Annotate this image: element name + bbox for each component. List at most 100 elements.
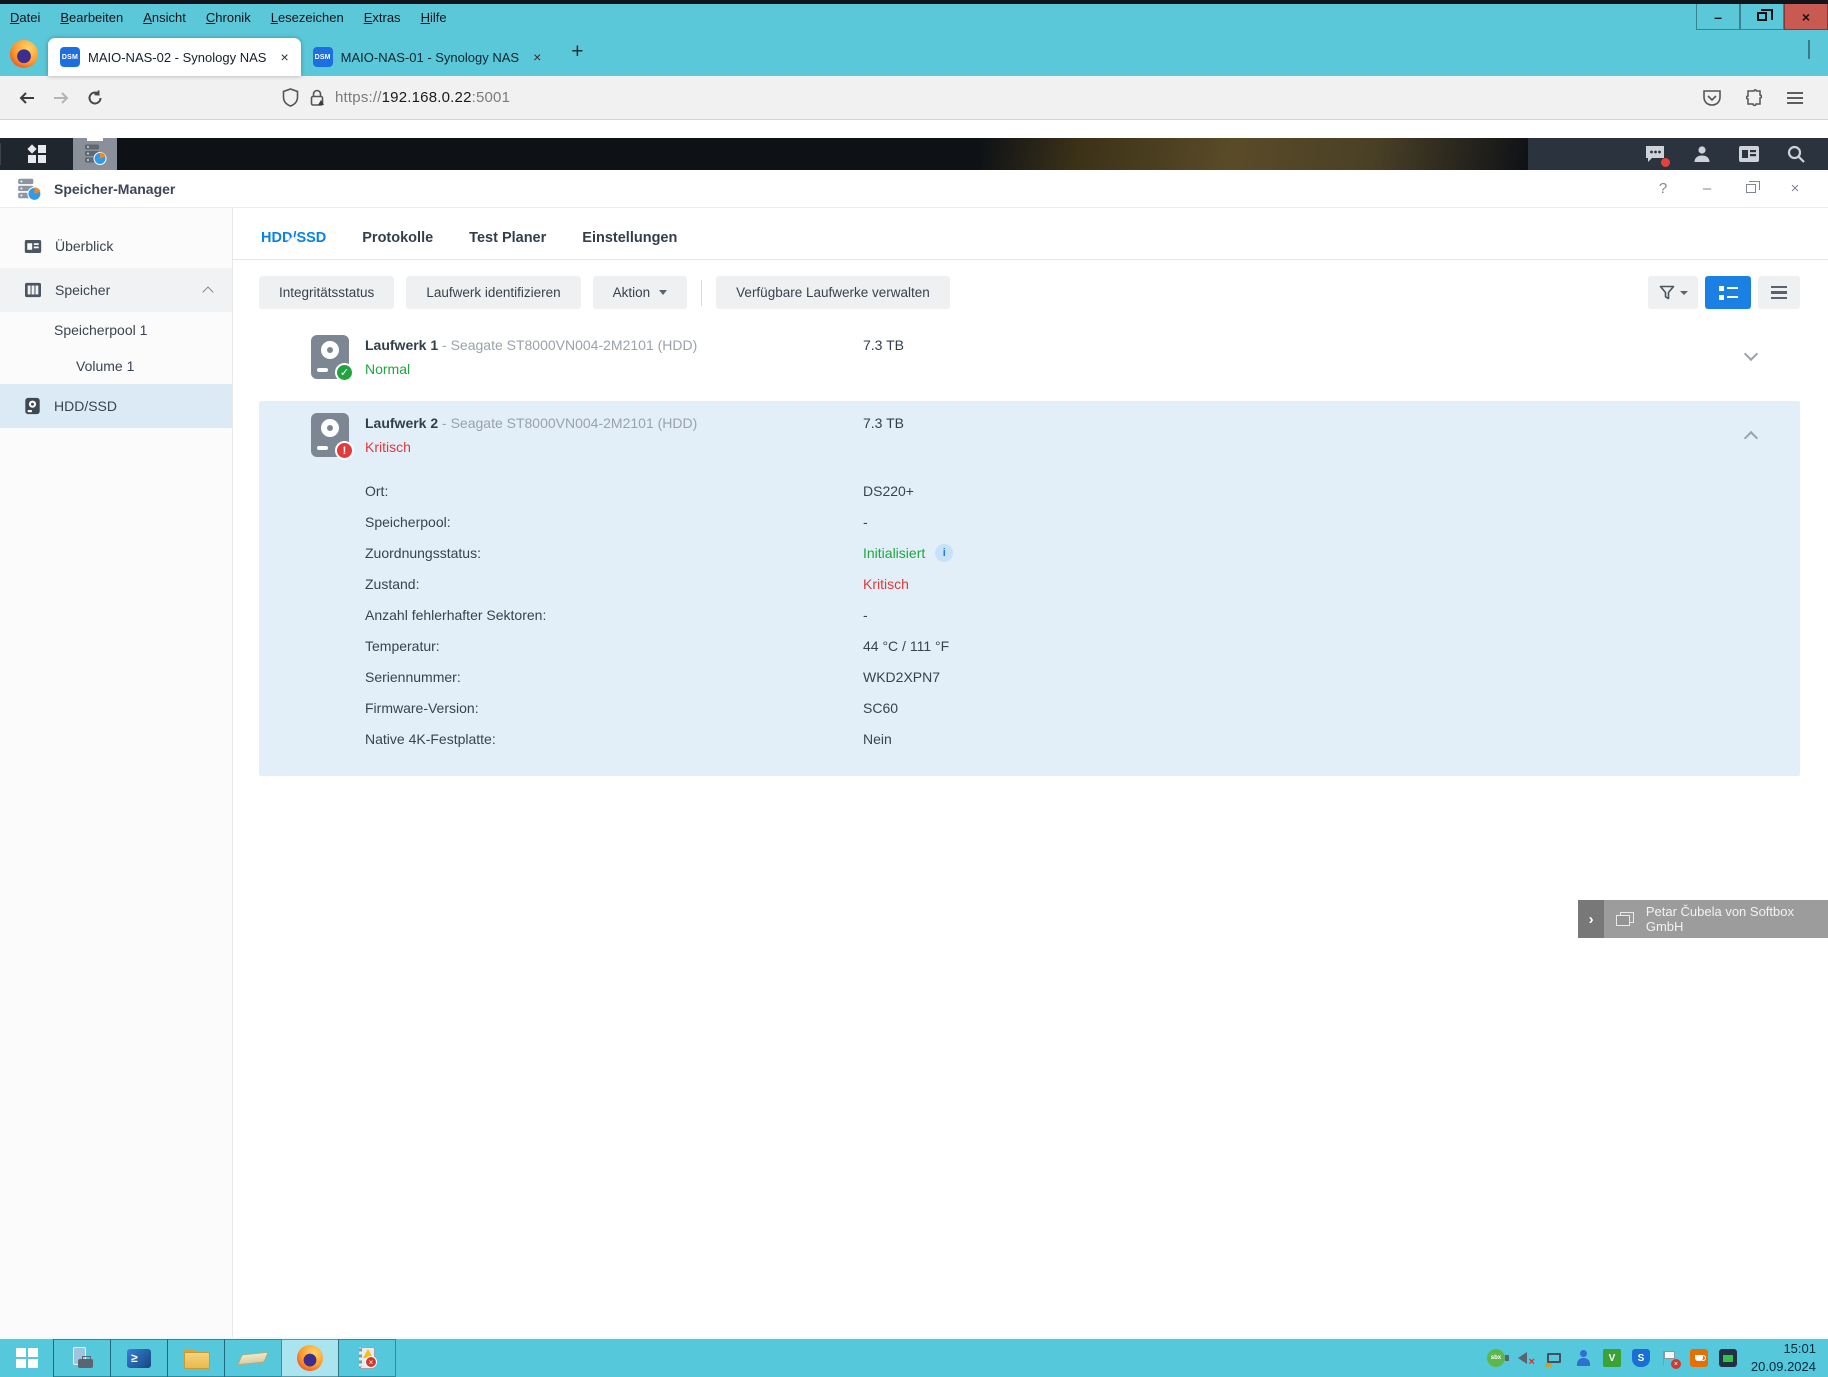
status-ok-badge: ✓	[335, 363, 354, 382]
info-icon[interactable]: i	[935, 544, 953, 562]
new-tab-button[interactable]: +	[571, 40, 583, 64]
storage-manager-icon	[83, 142, 107, 166]
taskbar-app-explorer[interactable]	[167, 1339, 225, 1377]
sidebar-item-overview[interactable]: Überblick	[0, 224, 232, 268]
tray-remote-desktop-icon[interactable]	[1545, 1349, 1563, 1367]
drive-row-1[interactable]: ✓ Laufwerk 1 - Seagate ST8000VN004-2M210…	[259, 323, 1800, 393]
tab-title: MAIO-NAS-02 - Synology NAS	[88, 50, 266, 65]
detail-view-button[interactable]	[1705, 276, 1751, 309]
url-text: https://192.168.0.22:5001	[335, 89, 510, 106]
powershell-icon: ≥	[127, 1349, 151, 1368]
notifications-icon[interactable]	[1644, 144, 1666, 164]
drive-icon: !	[311, 413, 349, 457]
menu-datei[interactable]: Datei	[10, 10, 40, 25]
collapse-chevron-icon[interactable]	[1744, 431, 1758, 445]
tray-java-update-icon[interactable]	[1690, 1349, 1708, 1367]
menu-lesezeichen[interactable]: Lesezeichen	[271, 10, 344, 25]
status-error-badge: !	[335, 441, 354, 460]
forward-button[interactable]	[44, 81, 78, 115]
remote-session-banner: › Petar Čubela von Softbox GmbH	[1578, 900, 1828, 938]
dsm-favicon: DSM	[313, 47, 333, 67]
taskbar-app-device-manager[interactable]	[53, 1339, 111, 1377]
close-button[interactable]: ×	[1786, 180, 1804, 198]
widgets-icon[interactable]	[1738, 145, 1760, 163]
tray-v-app-icon[interactable]: V	[1603, 1349, 1621, 1367]
taskbar-clock[interactable]: 15:01 20.09.2024	[1751, 1339, 1828, 1377]
sidebar-item-storage[interactable]: Speicher	[0, 268, 232, 312]
tray-security-flag-icon[interactable]: ×	[1661, 1349, 1679, 1367]
sidebar-item-volume[interactable]: Volume 1	[0, 348, 232, 384]
close-button[interactable]: ×	[1784, 4, 1828, 30]
menu-ansicht[interactable]: Ansicht	[143, 10, 186, 25]
tray-teamviewer-icon[interactable]	[1719, 1349, 1737, 1367]
tab-hdd-ssd[interactable]: HDD/SSD	[261, 230, 326, 246]
minimize-button[interactable]: –	[1696, 4, 1740, 30]
taskbar-app-firefox[interactable]	[281, 1339, 339, 1377]
storage-manager-titlebar[interactable]: Speicher-Manager ? – ×	[0, 170, 1828, 208]
chevron-down-icon	[1680, 291, 1688, 295]
sidebar-label: Speicherpool 1	[54, 322, 147, 338]
tray-volume-muted-icon[interactable]: ×	[1516, 1349, 1534, 1367]
filter-button[interactable]	[1648, 276, 1698, 309]
hdd-icon	[24, 397, 41, 415]
dsm-topbar	[0, 138, 1828, 170]
back-button[interactable]	[10, 81, 44, 115]
screens-icon	[1616, 912, 1634, 926]
menu-bearbeiten[interactable]: Bearbeiten	[60, 10, 123, 25]
collapse-banner-button[interactable]: ›	[1578, 900, 1604, 938]
drive-row-2[interactable]: ! Laufwerk 2 - Seagate ST8000VN004-2M210…	[259, 401, 1800, 776]
start-button[interactable]	[0, 1339, 54, 1377]
taskbar-app-scanner[interactable]	[224, 1339, 282, 1377]
user-icon[interactable]	[1692, 144, 1712, 164]
computer-toolbox-icon	[71, 1347, 93, 1369]
tab-close-icon[interactable]: ×	[533, 49, 541, 65]
sidebar-item-hdd-ssd[interactable]: HDD/SSD	[0, 384, 232, 428]
menu-extras[interactable]: Extras	[364, 10, 401, 25]
shield-icon[interactable]	[282, 88, 299, 107]
browser-tab-inactive[interactable]: DSM MAIO-NAS-01 - Synology NAS ×	[301, 38, 554, 76]
compact-view-button[interactable]	[1758, 276, 1800, 309]
extensions-puzzle-icon[interactable]	[1744, 88, 1764, 108]
tray-agent-icon[interactable]	[1574, 1349, 1592, 1367]
browser-tab-active[interactable]: DSM MAIO-NAS-02 - Synology NAS ×	[48, 38, 301, 76]
lock-warning-icon[interactable]	[309, 89, 325, 107]
tray-softbox-icon[interactable]: sbx	[1487, 1349, 1505, 1367]
pocket-icon[interactable]	[1702, 89, 1722, 107]
identify-drive-button[interactable]: Laufwerk identifizieren	[406, 276, 580, 309]
reload-button[interactable]	[78, 81, 112, 115]
clock-date: 20.09.2024	[1751, 1358, 1816, 1376]
tray-sophos-shield-icon[interactable]: S	[1632, 1349, 1650, 1367]
restore-button[interactable]	[1742, 180, 1760, 198]
detail-row: Ort:DS220+	[311, 475, 1800, 506]
health-status-button[interactable]: Integritätsstatus	[259, 276, 394, 309]
menu-hilfe[interactable]: Hilfe	[421, 10, 447, 25]
taskbar-app-logbook[interactable]: ×	[338, 1339, 396, 1377]
help-button[interactable]: ?	[1654, 180, 1672, 198]
taskbar-app-powershell[interactable]: ≥	[110, 1339, 168, 1377]
window-controls: – ×	[1696, 4, 1828, 30]
drive-size: 7.3 TB	[863, 413, 904, 457]
main-menu-button[interactable]	[1, 138, 73, 170]
sidebar-item-storagepool[interactable]: Speicherpool 1	[0, 312, 232, 348]
menu-chronik[interactable]: Chronik	[206, 10, 251, 25]
hamburger-menu-icon[interactable]	[1786, 91, 1804, 105]
tab-close-icon[interactable]: ×	[280, 49, 288, 65]
search-icon[interactable]	[1786, 144, 1806, 164]
chevron-up-icon	[202, 286, 213, 297]
tab-protokolle[interactable]: Protokolle	[362, 230, 433, 246]
drive-model: - Seagate ST8000VN004-2M2101 (HDD)	[442, 415, 697, 431]
expand-chevron-icon[interactable]	[1744, 347, 1758, 361]
screen: Datei Bearbeiten Ansicht Chronik Lesezei…	[0, 0, 1828, 1377]
error-icon: ×	[365, 1356, 377, 1368]
action-dropdown-button[interactable]: Aktion	[593, 276, 688, 309]
storage-manager-task-button[interactable]	[73, 138, 117, 170]
url-bar[interactable]: https://192.168.0.22:5001	[282, 88, 1702, 107]
minimize-button[interactable]: –	[1698, 180, 1716, 198]
firefox-icon	[297, 1345, 323, 1371]
list-all-tabs-button[interactable]	[1808, 40, 1810, 58]
restore-button[interactable]	[1740, 4, 1784, 30]
toolbar: Integritätsstatus Laufwerk identifiziere…	[233, 260, 1828, 321]
tab-einstellungen[interactable]: Einstellungen	[582, 230, 677, 246]
manage-available-drives-button[interactable]: Verfügbare Laufwerke verwalten	[716, 276, 950, 309]
tab-test-planer[interactable]: Test Planer	[469, 230, 546, 246]
